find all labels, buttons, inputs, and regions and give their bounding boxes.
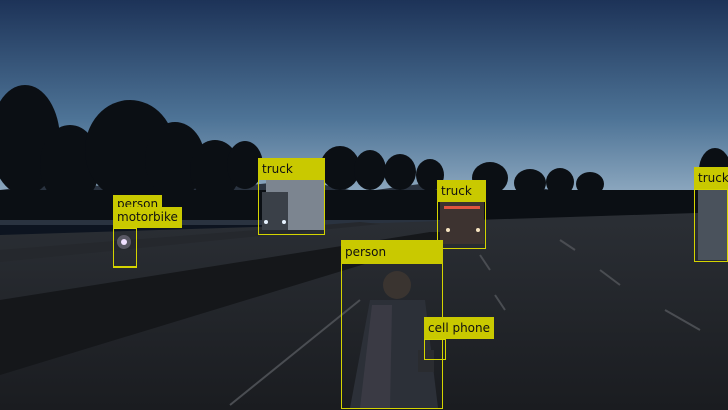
cell-phone-label: cell phone (424, 317, 495, 339)
cell-phone-bounding-box (424, 339, 446, 360)
scene: person motorbike truck truck truck person cell… (0, 0, 728, 410)
truck-center-label: truck (437, 180, 486, 202)
truck-center-bounding-box (437, 201, 486, 249)
truck-right-label: truck (694, 167, 728, 189)
truck-left-label: truck (258, 158, 325, 180)
truck-left-bounding-box (258, 179, 325, 235)
person-near-label: person (341, 240, 443, 264)
truck-right-bounding-box (694, 189, 728, 262)
motorbike-label: motorbike (113, 207, 182, 228)
motorbike-bounding-box (113, 228, 137, 268)
